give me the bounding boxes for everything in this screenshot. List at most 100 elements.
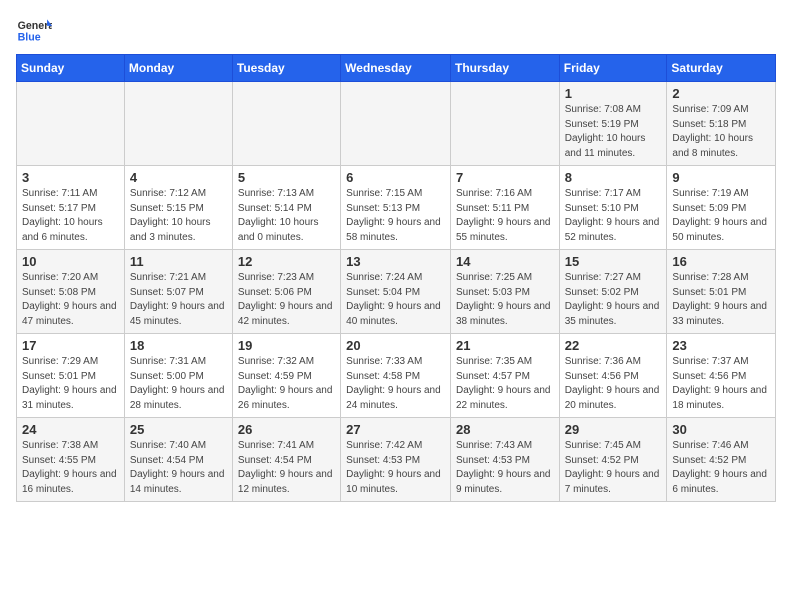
calendar-cell: 16Sunrise: 7:28 AM Sunset: 5:01 PM Dayli… [667,250,776,334]
weekday-header-cell: Thursday [450,55,559,82]
day-info: Sunrise: 7:09 AM Sunset: 5:18 PM Dayligh… [672,103,770,161]
calendar-week-row: 1 Sunrise: 7:08 AM Sunset: 5:19 PM Daylig… [17,82,776,166]
calendar-cell [450,82,559,166]
day-info: Sunrise: 7:33 AM Sunset: 4:58 PM Dayligh… [346,355,445,413]
logo-icon: General Blue [16,16,52,44]
day-number: 29 [565,422,662,437]
calendar-cell [232,82,340,166]
day-info: Sunrise: 7:12 AM Sunset: 5:15 PM Dayligh… [130,187,227,245]
weekday-header-cell: Saturday [667,55,776,82]
day-number: 3 [22,170,119,185]
svg-text:General: General [18,20,52,32]
day-number: 22 [565,338,662,353]
day-number: 20 [346,338,445,353]
weekday-header-cell: Friday [559,55,667,82]
weekday-header-cell: Monday [124,55,232,82]
calendar-cell: 20 Sunrise: 7:33 AM Sunset: 4:58 PM Dayli… [341,334,451,418]
calendar-cell: 23 Sunrise: 7:37 AM Sunset: 4:56 PM Dayli… [667,334,776,418]
calendar-cell: 1 Sunrise: 7:08 AM Sunset: 5:19 PM Daylig… [559,82,667,166]
calendar-cell: 9 Sunrise: 7:19 AM Sunset: 5:09 PM Daylig… [667,166,776,250]
day-number: 2 [672,86,770,101]
weekday-header-row: SundayMondayTuesdayWednesdayThursdayFrid… [17,55,776,82]
day-number: 12 [238,254,335,269]
calendar-cell: 28 Sunrise: 7:43 AM Sunset: 4:53 PM Dayli… [450,418,559,502]
calendar-cell: 12 Sunrise: 7:23 AM Sunset: 5:06 PM Dayli… [232,250,340,334]
day-info: Sunrise: 7:45 AM Sunset: 4:52 PM Dayligh… [565,439,662,497]
day-number: 1 [565,86,662,101]
day-info: Sunrise: 7:08 AM Sunset: 5:19 PM Dayligh… [565,103,662,161]
day-number: 9 [672,170,770,185]
day-number: 26 [238,422,335,437]
calendar-cell: 26 Sunrise: 7:41 AM Sunset: 4:54 PM Dayli… [232,418,340,502]
day-info: Sunrise: 7:41 AM Sunset: 4:54 PM Dayligh… [238,439,335,497]
page-header: General Blue [16,16,776,44]
day-info: Sunrise: 7:36 AM Sunset: 4:56 PM Dayligh… [565,355,662,413]
calendar-cell: 11 Sunrise: 7:21 AM Sunset: 5:07 PM Dayli… [124,250,232,334]
day-info: Sunrise: 7:20 AM Sunset: 5:08 PM Dayligh… [22,271,119,329]
day-number: 15 [565,254,662,269]
day-info: Sunrise: 7:17 AM Sunset: 5:10 PM Dayligh… [565,187,662,245]
day-info: Sunrise: 7:25 AM Sunset: 5:03 PM Dayligh… [456,271,554,329]
day-number: 4 [130,170,227,185]
day-number: 11 [130,254,227,269]
weekday-header-cell: Tuesday [232,55,340,82]
calendar-cell: 24Sunrise: 7:38 AM Sunset: 4:55 PM Dayli… [17,418,125,502]
logo: General Blue [16,16,52,44]
calendar-cell [124,82,232,166]
day-info: Sunrise: 7:28 AM Sunset: 5:01 PM Dayligh… [672,271,770,329]
day-number: 8 [565,170,662,185]
calendar-cell: 21 Sunrise: 7:35 AM Sunset: 4:57 PM Dayli… [450,334,559,418]
day-number: 7 [456,170,554,185]
day-info: Sunrise: 7:42 AM Sunset: 4:53 PM Dayligh… [346,439,445,497]
day-info: Sunrise: 7:11 AM Sunset: 5:17 PM Dayligh… [22,187,119,245]
calendar-cell [341,82,451,166]
calendar-week-row: 10 Sunrise: 7:20 AM Sunset: 5:08 PM Dayli… [17,250,776,334]
day-info: Sunrise: 7:27 AM Sunset: 5:02 PM Dayligh… [565,271,662,329]
day-number: 18 [130,338,227,353]
day-info: Sunrise: 7:23 AM Sunset: 5:06 PM Dayligh… [238,271,335,329]
day-info: Sunrise: 7:24 AM Sunset: 5:04 PM Dayligh… [346,271,445,329]
calendar-cell: 15 Sunrise: 7:27 AM Sunset: 5:02 PM Dayli… [559,250,667,334]
day-info: Sunrise: 7:37 AM Sunset: 4:56 PM Dayligh… [672,355,770,413]
calendar-cell: 19 Sunrise: 7:32 AM Sunset: 4:59 PM Dayli… [232,334,340,418]
calendar-cell: 13Sunrise: 7:24 AM Sunset: 5:04 PM Dayli… [341,250,451,334]
day-info: Sunrise: 7:43 AM Sunset: 4:53 PM Dayligh… [456,439,554,497]
day-number: 25 [130,422,227,437]
calendar-cell: 29 Sunrise: 7:45 AM Sunset: 4:52 PM Dayli… [559,418,667,502]
day-number: 23 [672,338,770,353]
day-number: 30 [672,422,770,437]
calendar-cell: 4 Sunrise: 7:12 AM Sunset: 5:15 PM Daylig… [124,166,232,250]
calendar-week-row: 17 Sunrise: 7:29 AM Sunset: 5:01 PM Dayli… [17,334,776,418]
calendar-week-row: 3 Sunrise: 7:11 AM Sunset: 5:17 PM Daylig… [17,166,776,250]
day-info: Sunrise: 7:35 AM Sunset: 4:57 PM Dayligh… [456,355,554,413]
day-info: Sunrise: 7:40 AM Sunset: 4:54 PM Dayligh… [130,439,227,497]
day-info: Sunrise: 7:13 AM Sunset: 5:14 PM Dayligh… [238,187,335,245]
calendar-cell [17,82,125,166]
day-info: Sunrise: 7:31 AM Sunset: 5:00 PM Dayligh… [130,355,227,413]
day-info: Sunrise: 7:38 AM Sunset: 4:55 PM Dayligh… [22,439,119,497]
day-info: Sunrise: 7:29 AM Sunset: 5:01 PM Dayligh… [22,355,119,413]
calendar-cell: 7 Sunrise: 7:16 AM Sunset: 5:11 PM Daylig… [450,166,559,250]
day-info: Sunrise: 7:19 AM Sunset: 5:09 PM Dayligh… [672,187,770,245]
calendar-cell: 5 Sunrise: 7:13 AM Sunset: 5:14 PM Daylig… [232,166,340,250]
day-number: 17 [22,338,119,353]
calendar-cell: 3 Sunrise: 7:11 AM Sunset: 5:17 PM Daylig… [17,166,125,250]
day-number: 21 [456,338,554,353]
calendar-cell: 30Sunrise: 7:46 AM Sunset: 4:52 PM Dayli… [667,418,776,502]
day-number: 5 [238,170,335,185]
day-number: 6 [346,170,445,185]
calendar-week-row: 24Sunrise: 7:38 AM Sunset: 4:55 PM Dayli… [17,418,776,502]
calendar-cell: 6 Sunrise: 7:15 AM Sunset: 5:13 PM Daylig… [341,166,451,250]
day-info: Sunrise: 7:16 AM Sunset: 5:11 PM Dayligh… [456,187,554,245]
day-info: Sunrise: 7:15 AM Sunset: 5:13 PM Dayligh… [346,187,445,245]
calendar-cell: 27 Sunrise: 7:42 AM Sunset: 4:53 PM Dayli… [341,418,451,502]
svg-text:Blue: Blue [18,32,41,44]
day-info: Sunrise: 7:32 AM Sunset: 4:59 PM Dayligh… [238,355,335,413]
day-number: 10 [22,254,119,269]
day-number: 27 [346,422,445,437]
day-number: 19 [238,338,335,353]
day-number: 28 [456,422,554,437]
day-info: Sunrise: 7:21 AM Sunset: 5:07 PM Dayligh… [130,271,227,329]
calendar-cell: 8 Sunrise: 7:17 AM Sunset: 5:10 PM Daylig… [559,166,667,250]
weekday-header-cell: Wednesday [341,55,451,82]
